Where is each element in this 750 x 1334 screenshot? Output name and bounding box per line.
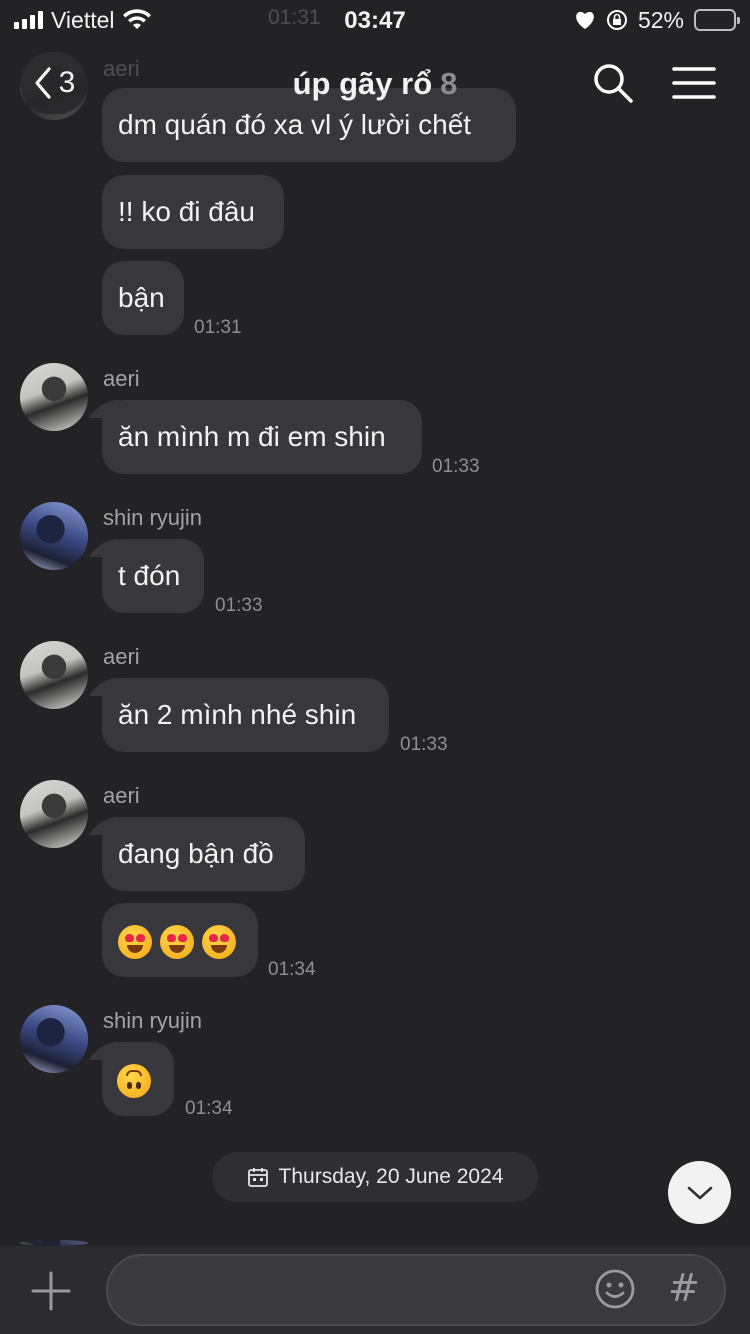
- battery-icon: [694, 9, 740, 31]
- message-time: 01:33: [215, 595, 263, 616]
- message-input[interactable]: [132, 1256, 572, 1324]
- search-icon[interactable]: [592, 62, 634, 104]
- heart-eyes-emoji: [160, 924, 194, 959]
- battery-percent: 52%: [637, 6, 684, 33]
- message-text: đang bận đồ: [118, 838, 274, 869]
- scroll-to-bottom-button[interactable]: [668, 1161, 731, 1224]
- date-divider: Thursday, 20 June 2024: [212, 1152, 538, 1202]
- message-bubble[interactable]: [102, 1042, 174, 1116]
- chat-title-text: úp gãy rổ: [292, 66, 433, 101]
- message-bubble[interactable]: ăn 2 mình nhé shin: [102, 678, 389, 752]
- message-bubble[interactable]: t đón: [102, 539, 204, 613]
- calendar-icon: [247, 1168, 268, 1187]
- avatar-shin-ryujin[interactable]: [20, 1005, 88, 1073]
- message-time: 01:34: [185, 1098, 233, 1119]
- avatar-aeri[interactable]: [20, 363, 88, 431]
- message-time: 01:33: [400, 734, 448, 755]
- message-time: 01:34: [268, 959, 316, 980]
- message-input-container: #: [106, 1254, 726, 1326]
- chat-header: 3 úp gãy rổ 8: [0, 40, 750, 128]
- message-text: !! ko đi đâu: [118, 196, 255, 227]
- message-text: ăn mình m đi em shin: [118, 421, 386, 452]
- menu-icon[interactable]: [672, 66, 716, 100]
- date-label: Thursday, 20 June 2024: [278, 1165, 504, 1188]
- message-bubble[interactable]: đang bận đồ: [102, 817, 305, 891]
- chevron-down-icon: [687, 1186, 712, 1199]
- message-text: t đón: [118, 560, 181, 591]
- message-text: bận: [118, 282, 165, 313]
- ghost-status-time: 01:31: [268, 6, 321, 29]
- message-time: 01:33: [432, 456, 480, 477]
- message-bubble[interactable]: bận: [102, 261, 184, 335]
- avatar-aeri[interactable]: [20, 780, 88, 848]
- sender-name: aeri: [103, 783, 140, 808]
- upside-down-face-emoji: [117, 1063, 151, 1098]
- message-bubble[interactable]: !! ko đi đâu: [102, 175, 284, 249]
- status-bar: Viettel 03:47 52% 01:31: [0, 0, 750, 40]
- hashtag-icon[interactable]: #: [668, 1266, 700, 1310]
- message-time: 01:31: [194, 317, 242, 338]
- member-count: 8: [440, 66, 458, 101]
- status-right: 52%: [574, 6, 740, 33]
- avatar-aeri[interactable]: [20, 641, 88, 709]
- message-text: ăn 2 mình nhé shin: [118, 699, 357, 730]
- avatar-shin-ryujin[interactable]: [20, 502, 88, 570]
- rotation-lock-icon: [606, 10, 627, 30]
- message-bubble[interactable]: [102, 903, 258, 977]
- message-bubble[interactable]: ăn mình m đi em shin: [102, 400, 422, 474]
- sender-name: aeri: [103, 366, 140, 391]
- chat-title[interactable]: úp gãy rổ 8: [0, 66, 750, 102]
- heart-eyes-emoji: [118, 924, 152, 959]
- sender-name: shin ryujin: [103, 505, 203, 530]
- plus-icon[interactable]: [30, 1270, 72, 1312]
- emoji-icon[interactable]: [594, 1268, 636, 1310]
- sender-name: aeri: [103, 644, 140, 669]
- sender-name: shin ryujin: [103, 1008, 203, 1033]
- heart-icon: [576, 11, 594, 29]
- heart-eyes-emoji: [202, 924, 236, 959]
- composer-bar: #: [0, 1246, 750, 1334]
